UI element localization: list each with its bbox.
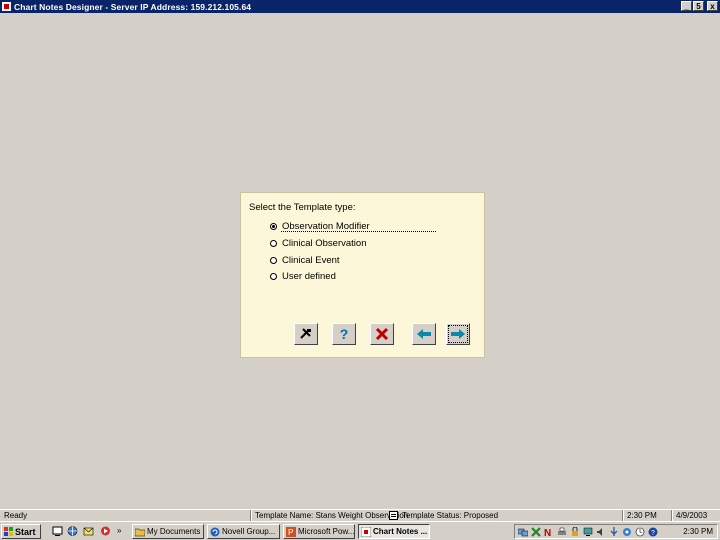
security-icon[interactable]	[570, 527, 580, 537]
tools-icon	[300, 328, 311, 339]
clock-icon[interactable]	[635, 527, 645, 537]
next-arrow-icon	[451, 329, 465, 339]
status-separator	[671, 510, 673, 521]
back-button[interactable]	[412, 323, 436, 345]
status-template-name: Template Name: Stans Weight Observation	[255, 511, 409, 520]
back-arrow-icon	[417, 329, 431, 339]
window-controls: _ 5 x	[681, 1, 718, 11]
update-icon[interactable]	[622, 527, 632, 537]
help-center-icon[interactable]: ?	[648, 527, 658, 537]
windows-logo-icon	[4, 527, 13, 536]
help-icon: ?	[339, 326, 349, 342]
taskbar: Start » My Documents Novell Group... P M…	[0, 521, 720, 540]
status-template-status: Template Status: Proposed	[402, 511, 499, 520]
folder-icon	[135, 528, 145, 536]
media-icon[interactable]	[100, 525, 111, 537]
chart-notes-icon	[361, 526, 371, 537]
status-separator	[622, 510, 624, 521]
status-time: 2:30 PM	[627, 511, 657, 520]
display-icon[interactable]	[583, 527, 593, 537]
show-desktop-icon[interactable]	[52, 525, 63, 537]
svg-text:N: N	[544, 528, 551, 537]
status-separator	[250, 510, 252, 521]
radio-user-defined[interactable]	[270, 273, 277, 280]
radio-clinical-observation[interactable]	[270, 240, 277, 247]
task-label: My Documents	[147, 527, 201, 536]
template-type-label: Select the Template type:	[249, 202, 356, 213]
start-button[interactable]: Start	[1, 524, 41, 539]
window-title: Chart Notes Designer - Server IP Address…	[14, 1, 252, 12]
groupwise-icon	[210, 527, 220, 536]
svg-text:P: P	[288, 528, 293, 537]
maximize-button[interactable]: 5	[693, 1, 704, 11]
task-label: Microsoft Pow...	[298, 527, 355, 536]
status-date: 4/9/2003	[676, 511, 708, 520]
tools-button[interactable]	[294, 323, 318, 345]
network-icon[interactable]	[518, 527, 528, 537]
help-button[interactable]: ?	[332, 323, 356, 345]
antivirus-icon[interactable]	[531, 527, 541, 537]
powerpoint-icon: P	[286, 526, 296, 537]
browser-icon[interactable]	[67, 525, 78, 537]
quicklaunch-overflow-icon[interactable]: »	[117, 525, 128, 537]
cancel-button[interactable]	[370, 323, 394, 345]
printer-icon[interactable]	[557, 527, 567, 537]
status-ready: Ready	[4, 511, 28, 520]
task-my-documents[interactable]: My Documents	[132, 524, 204, 539]
cancel-icon	[375, 327, 389, 341]
svg-text:?: ?	[651, 530, 655, 537]
task-label: Chart Notes ...	[373, 527, 428, 536]
option-label: User defined	[282, 271, 336, 282]
option-clinical-event[interactable]: Clinical Event	[270, 255, 340, 266]
novell-icon[interactable]: N	[544, 527, 554, 537]
option-label: Clinical Event	[282, 255, 340, 266]
option-user-defined[interactable]: User defined	[270, 271, 336, 282]
minimize-button[interactable]: _	[681, 1, 692, 11]
template-type-panel: Select the Template type: Observation Mo…	[240, 192, 485, 358]
next-button[interactable]	[446, 323, 470, 345]
task-label: Novell Group...	[222, 527, 276, 536]
start-label: Start	[15, 526, 36, 537]
task-microsoft-powerpoint[interactable]: P Microsoft Pow...	[283, 524, 355, 539]
close-button[interactable]: x	[707, 1, 718, 11]
volume-icon[interactable]	[596, 527, 606, 537]
radio-observation-modifier[interactable]	[270, 223, 277, 230]
template-status-icon	[389, 511, 398, 520]
tray-clock[interactable]: 2:30 PM	[683, 527, 713, 536]
outlook-icon[interactable]	[83, 525, 94, 537]
usb-icon[interactable]	[609, 527, 619, 537]
focus-indicator	[281, 231, 436, 232]
task-novell-group[interactable]: Novell Group...	[207, 524, 280, 539]
task-chart-notes[interactable]: Chart Notes ...	[358, 524, 430, 539]
option-clinical-observation[interactable]: Clinical Observation	[270, 238, 366, 249]
title-bar[interactable]: Chart Notes Designer - Server IP Address…	[0, 0, 720, 13]
radio-clinical-event[interactable]	[270, 257, 277, 264]
option-label: Clinical Observation	[282, 238, 367, 249]
app-icon[interactable]	[2, 2, 11, 11]
system-tray: N ? 2:30 PM	[514, 524, 718, 539]
